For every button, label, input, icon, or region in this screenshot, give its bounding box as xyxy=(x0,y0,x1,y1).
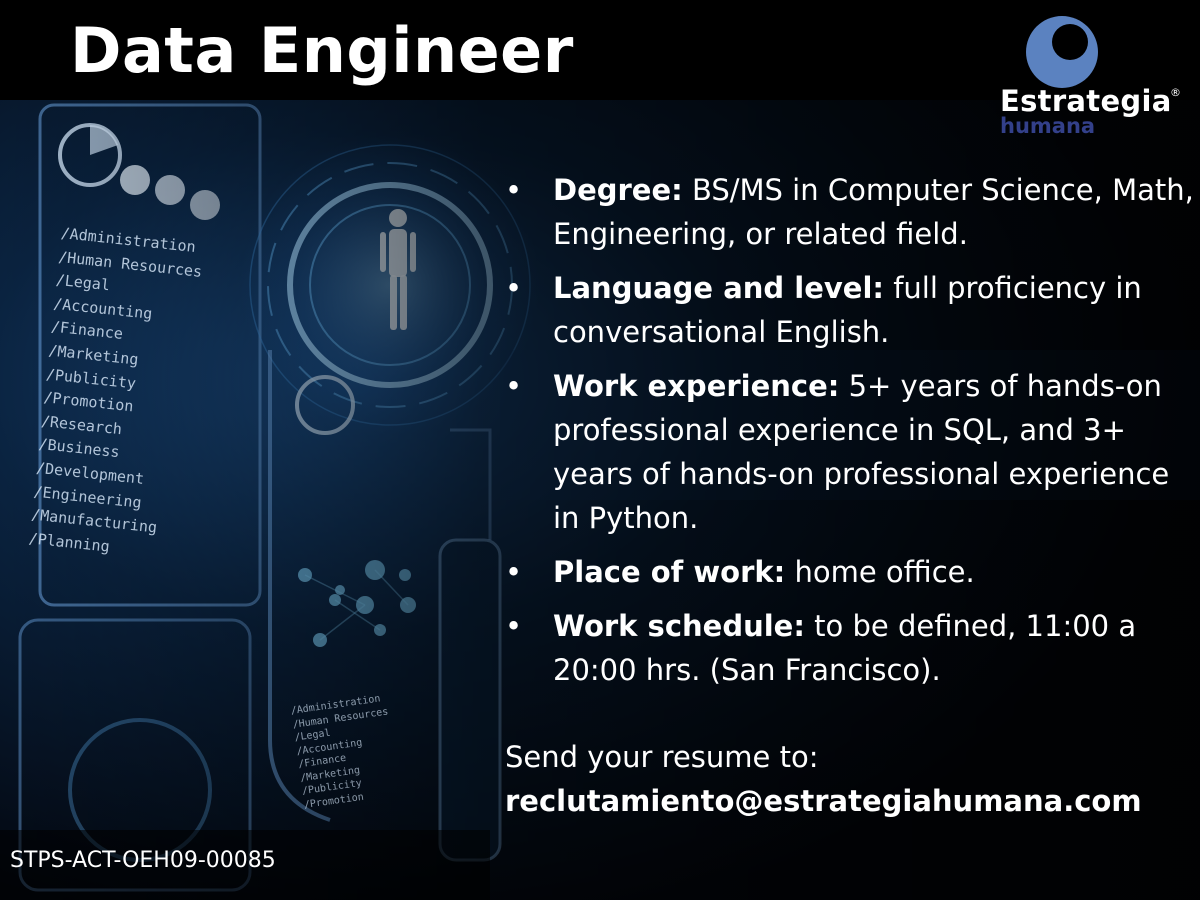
certification-code: STPS-ACT-OEH09-00085 xyxy=(10,848,276,873)
contact-block: Send your resume to: reclutamiento@estra… xyxy=(505,735,1195,823)
page-title: Data Engineer xyxy=(70,14,574,87)
requirement-text: home office. xyxy=(794,555,975,589)
requirement-language: • Language and level: full proficiency i… xyxy=(505,266,1195,354)
requirement-label: Place of work: xyxy=(553,555,786,589)
job-poster: /Administration /Human Resources /Legal … xyxy=(0,0,1200,900)
job-requirements: • Degree: BS/MS in Computer Science, Mat… xyxy=(505,168,1195,702)
bullet: • xyxy=(505,609,523,643)
requirement-label: Work experience: xyxy=(553,369,840,403)
requirement-schedule: • Work schedule: to be defined, 11:00 a … xyxy=(505,604,1195,692)
logo-registered: ® xyxy=(1170,86,1181,99)
requirement-label: Language and level: xyxy=(553,271,884,305)
logo-line1: Estrategia xyxy=(1000,84,1172,118)
bullet: • xyxy=(505,555,523,589)
bullet: • xyxy=(505,369,523,403)
contact-email-link[interactable]: reclutamiento@estrategiahumana.com xyxy=(505,779,1195,823)
background-menu-small: /Administration /Human Resources /Legal … xyxy=(290,692,400,812)
requirements-list: • Degree: BS/MS in Computer Science, Mat… xyxy=(505,168,1195,692)
contact-prompt: Send your resume to: xyxy=(505,740,819,774)
bullet: • xyxy=(505,173,523,207)
logo-line2: humana xyxy=(1000,114,1096,138)
requirement-label: Work schedule: xyxy=(553,609,805,643)
company-logo: Estrategia ® humana xyxy=(1000,8,1186,138)
requirement-label: Degree: xyxy=(553,173,683,207)
requirement-degree: • Degree: BS/MS in Computer Science, Mat… xyxy=(505,168,1195,256)
bullet: • xyxy=(505,271,523,305)
requirement-place: • Place of work: home office. xyxy=(505,550,1195,594)
requirement-experience: • Work experience: 5+ years of hands-on … xyxy=(505,364,1195,540)
